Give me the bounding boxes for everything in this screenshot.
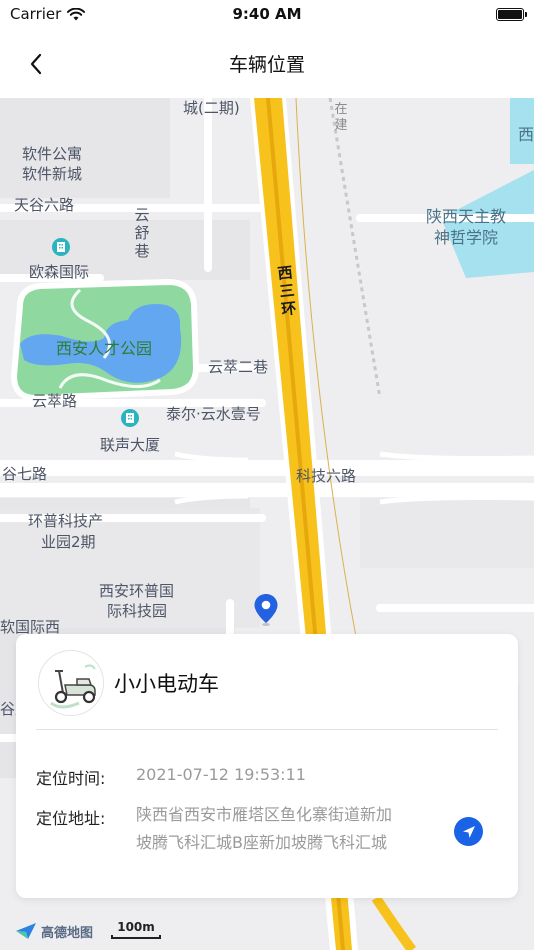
- map-footer: 高德地图 100m: [14, 918, 162, 944]
- address-label: 定位地址:: [36, 809, 106, 828]
- scooter-icon: [39, 651, 103, 715]
- carrier-label: Carrier: [10, 5, 62, 23]
- amap-logo-icon: [16, 923, 36, 939]
- map-label: 云舒巷: [134, 206, 150, 260]
- map-label: 谷七路: [2, 465, 48, 483]
- address-line: 坡腾飞科汇城B座新加坡腾飞科汇城: [136, 833, 387, 852]
- page-title: 车辆位置: [228, 53, 305, 76]
- vehicle-avatar: [38, 650, 104, 716]
- navigate-button[interactable]: [454, 817, 483, 846]
- back-button[interactable]: [22, 50, 50, 78]
- map-label: 云萃二巷: [208, 358, 269, 376]
- vehicle-info-card: 小小电动车 定位时间: 2021-07-12 19:53:11 定位地址: 陕西…: [16, 634, 518, 898]
- map-label: 际科技园: [107, 602, 168, 620]
- map-label: 欧森国际: [29, 263, 90, 281]
- map-label: 陕西天主教: [426, 207, 507, 226]
- map-label: 西安环普国: [99, 582, 175, 600]
- map-label: 城(二期): [183, 99, 240, 117]
- map-label: 业园2期: [41, 533, 96, 551]
- status-bar: Carrier 9:40 AM: [0, 0, 534, 28]
- map-label: 神哲学院: [434, 228, 499, 247]
- navigate-arrow-icon: [462, 825, 475, 838]
- building-icon: [121, 409, 139, 427]
- amap-logo: 高德地图: [14, 921, 93, 941]
- map-label: 西安人才公园: [56, 339, 153, 358]
- location-pin-icon[interactable]: [253, 593, 279, 627]
- nav-bar: 车辆位置: [0, 28, 534, 98]
- map-label: 环普科技产: [28, 512, 104, 530]
- map-label: 联声大厦: [100, 436, 161, 454]
- status-left: Carrier: [10, 5, 86, 23]
- address-value: 陕西省西安市雁塔区鱼化寨街道新加 坡腾飞科汇城B座新加坡腾飞科汇城: [136, 801, 392, 857]
- chevron-left-icon: [30, 53, 42, 75]
- map-label: 软件新城: [22, 165, 83, 183]
- battery-icon: [496, 7, 527, 21]
- map-label: 西: [518, 125, 534, 144]
- address-line: 陕西省西安市雁塔区鱼化寨街道新加: [136, 805, 393, 824]
- scale-bar: 100m: [111, 920, 162, 942]
- building-icon: [52, 238, 70, 256]
- map-label: 软件公寓: [22, 145, 83, 163]
- vehicle-name: 小小电动车: [114, 672, 219, 696]
- time-label: 定位时间:: [36, 769, 106, 788]
- scale-label: 100m: [117, 920, 155, 934]
- map-label: 在建: [334, 102, 348, 133]
- card-divider: [36, 729, 498, 730]
- time-value: 2021-07-12 19:53:11: [136, 765, 306, 784]
- wifi-icon: [67, 7, 86, 20]
- amap-logo-text: 高德地图: [41, 925, 94, 941]
- map-label: 科技六路: [296, 467, 357, 485]
- map-label: 云萃路: [32, 392, 78, 410]
- map-label: 天谷六路: [14, 196, 75, 214]
- map-label: 泰尔·云水壹号: [166, 405, 261, 423]
